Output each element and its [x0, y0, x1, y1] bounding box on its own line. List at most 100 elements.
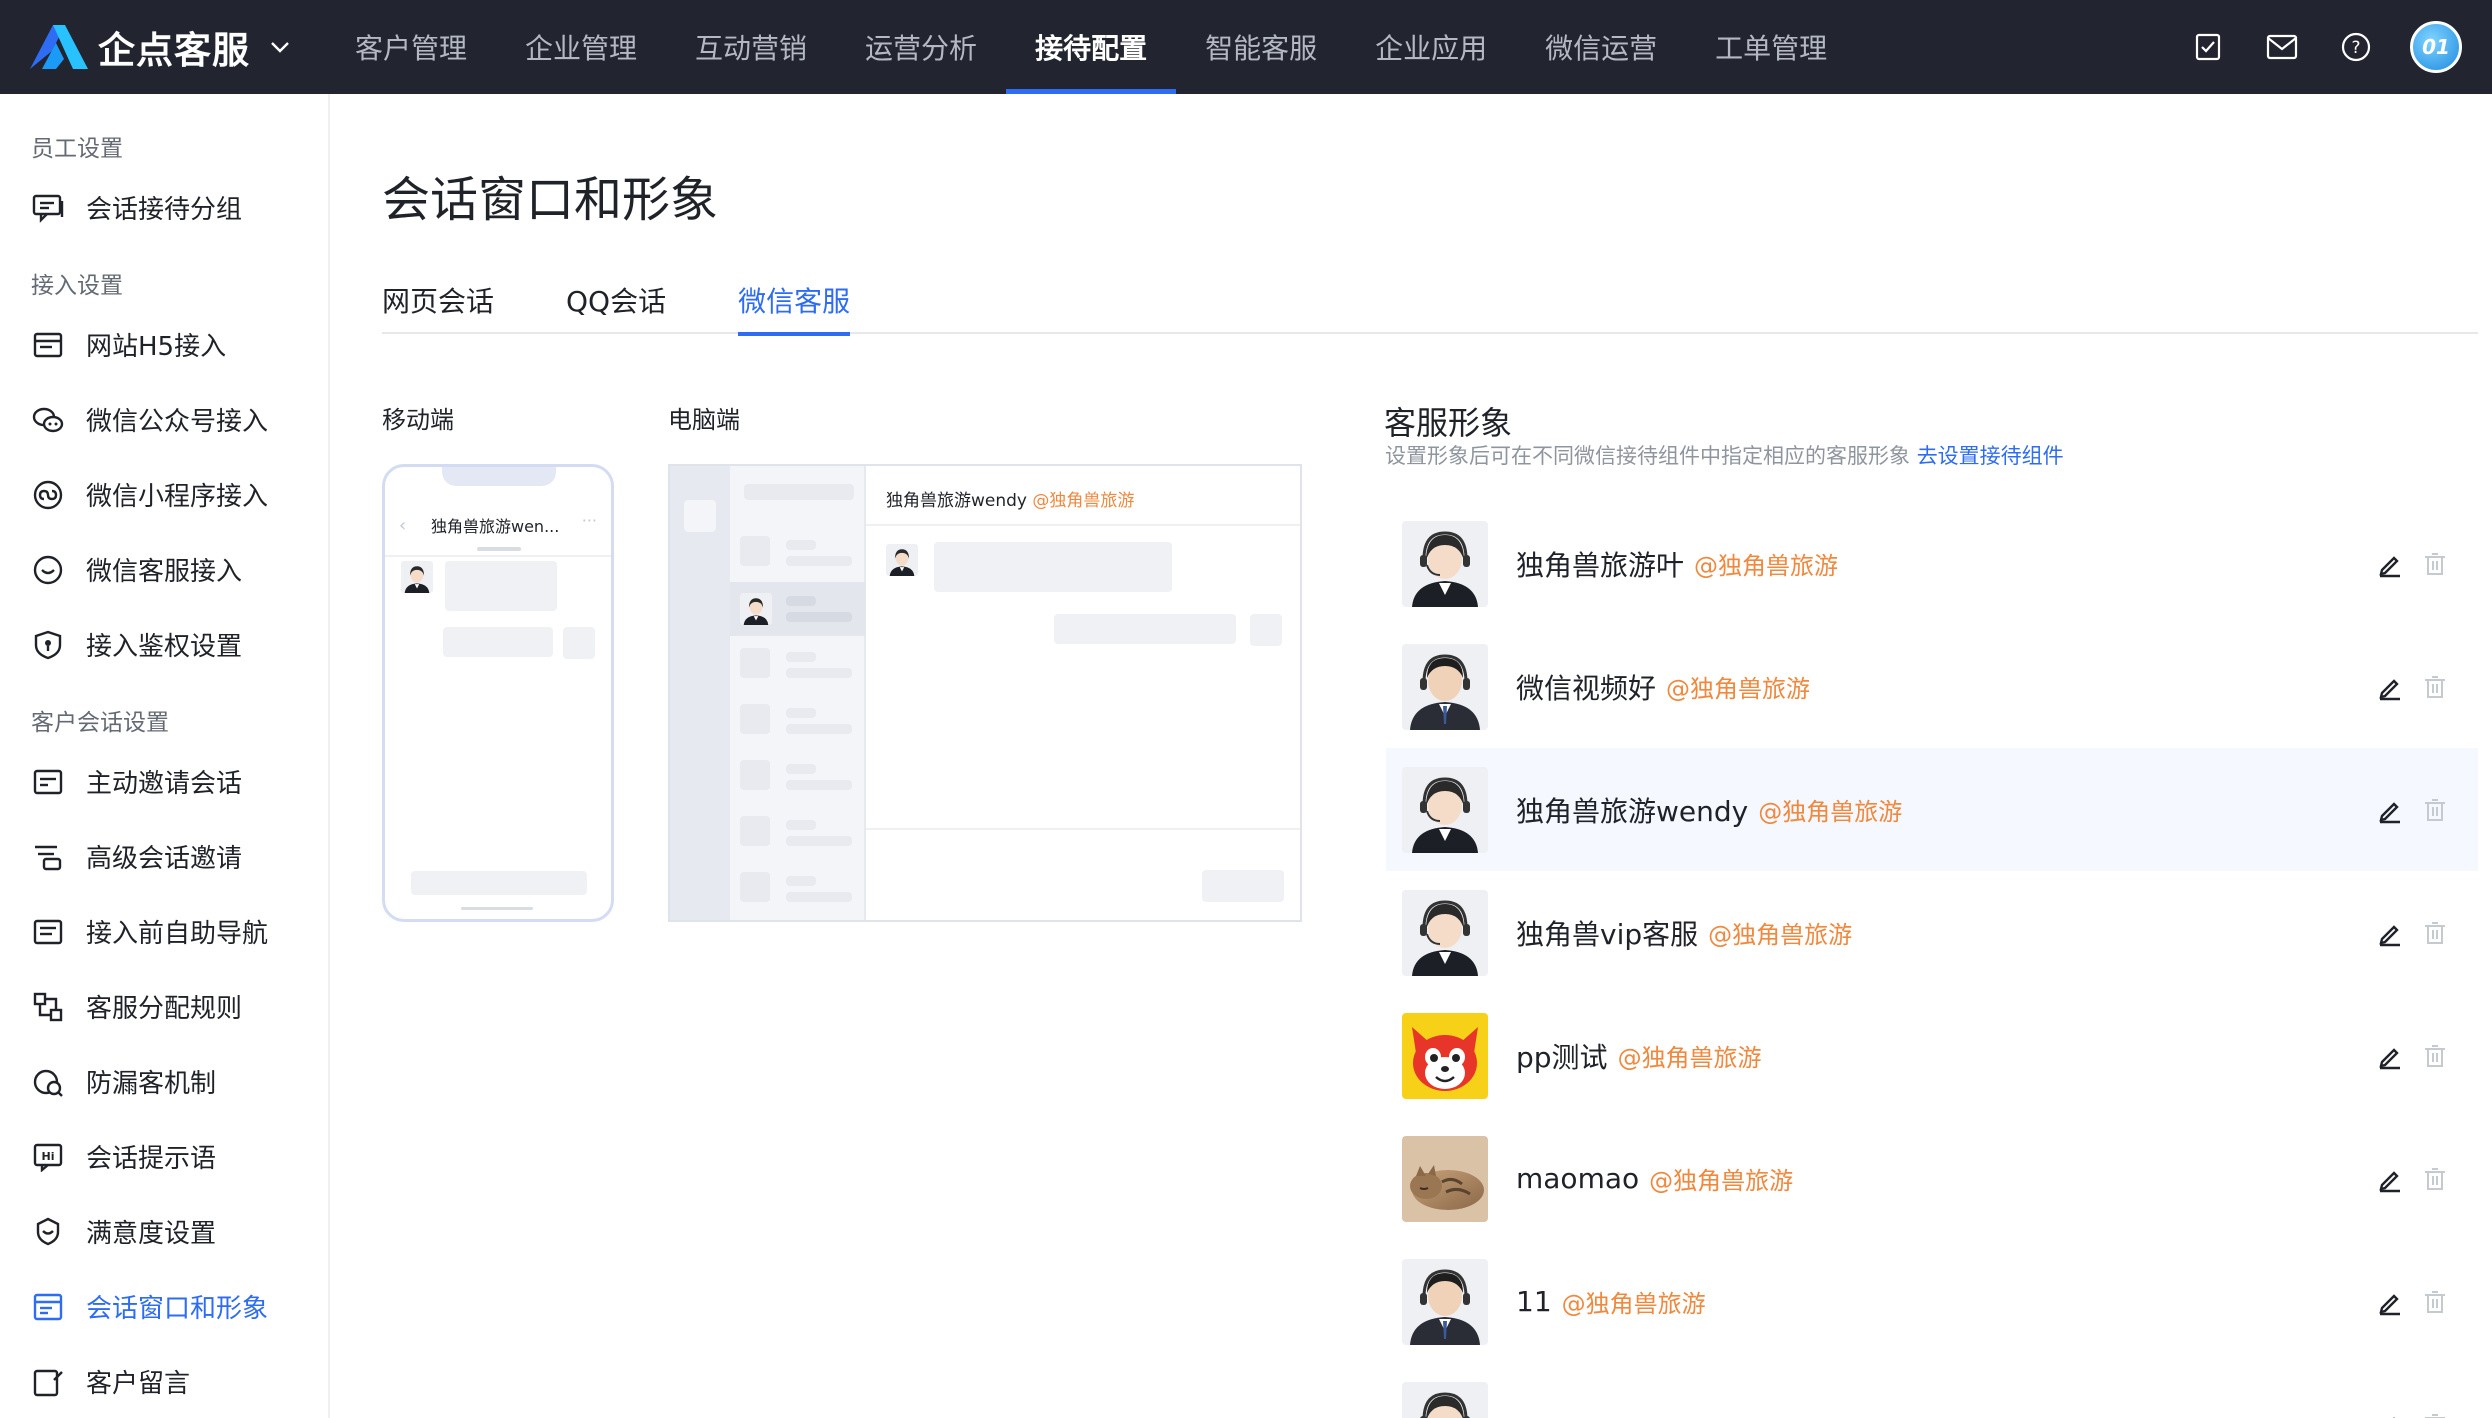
sidebar-item-wechat[interactable]: 微信公众号接入: [0, 382, 328, 457]
sidebar-item-hint[interactable]: Hi 会话提示语: [0, 1119, 328, 1194]
nav-item-3[interactable]: 互动营销: [666, 0, 836, 94]
help-icon[interactable]: ?: [2336, 27, 2376, 67]
divider: [866, 828, 1300, 830]
sidebar-item-advanced-invite[interactable]: 高级会话邀请: [0, 819, 328, 894]
trash-icon[interactable]: [2422, 1043, 2448, 1069]
user-avatar[interactable]: 01: [2410, 21, 2462, 73]
sidebar-item-wechat-service[interactable]: 微信客服接入: [0, 532, 328, 607]
sidebar-item-navigation[interactable]: 接入前自助导航: [0, 894, 328, 969]
edit-icon[interactable]: [2376, 550, 2404, 578]
trash-icon[interactable]: [2422, 1412, 2448, 1418]
more-icon: ···: [581, 511, 597, 530]
chevron-down-icon: [271, 42, 289, 53]
profile-item[interactable]: 独角兽旅游叶 @独角兽旅游: [1386, 502, 2478, 625]
trash-icon[interactable]: [2422, 674, 2448, 700]
sidebar-item-anti-loss[interactable]: 防漏客机制: [0, 1044, 328, 1119]
sidebar-item-rules[interactable]: 客服分配规则: [0, 969, 328, 1044]
sidebar-item-window[interactable]: 会话窗口和形象: [0, 1269, 328, 1344]
profile-name: pp测试: [1516, 1040, 1608, 1074]
anti-loss-icon: [30, 1064, 66, 1100]
profile-item[interactable]: maomao @独角兽旅游: [1386, 1117, 2478, 1240]
tab-2[interactable]: QQ会话: [566, 280, 666, 334]
sidebar-item-message[interactable]: 客户留言: [0, 1344, 328, 1418]
tab-1[interactable]: 网页会话: [382, 280, 494, 334]
brand-name: 企点客服: [98, 29, 250, 72]
sidebar-item-label: 微信客服接入: [86, 557, 243, 587]
trash-icon[interactable]: [2422, 920, 2448, 946]
skeleton-line: [786, 612, 852, 622]
skeleton-line: [786, 708, 816, 718]
desktop-conversation-list: [730, 466, 866, 920]
nav-item-2[interactable]: 企业管理: [496, 0, 666, 94]
chat-group-icon: [30, 190, 66, 226]
sidebar-item-chat-group[interactable]: 会话接待分组: [0, 170, 328, 245]
nav-item-4[interactable]: 运营分析: [836, 0, 1006, 94]
profile-avatar: [1402, 889, 1488, 976]
trash-icon[interactable]: [2422, 1289, 2448, 1315]
skeleton-line: [786, 876, 816, 886]
mail-icon[interactable]: [2262, 27, 2302, 67]
skeleton-line: [786, 724, 852, 734]
web-icon: [30, 327, 66, 363]
tab-3[interactable]: 微信客服: [738, 280, 851, 336]
wechat-icon: [30, 402, 66, 438]
profile-avatar: [1402, 1135, 1488, 1222]
back-arrow-icon: ‹: [399, 515, 407, 536]
sidebar-item-web[interactable]: 网站H5接入: [0, 307, 328, 382]
profile-avatar: [1402, 520, 1488, 607]
profile-org: @独角兽旅游: [1649, 1167, 1794, 1195]
edit-icon[interactable]: [2376, 919, 2404, 947]
sidebar-item-label: 客服分配规则: [86, 994, 243, 1024]
sidebar-item-shield[interactable]: 接入鉴权设置: [0, 607, 328, 682]
edit-icon[interactable]: [2376, 1042, 2404, 1070]
profile-item[interactable]: 独角兽旅游wendy @独角兽旅游: [1386, 748, 2478, 871]
mobile-chat-header: ‹ 独角兽旅游wen... ···: [385, 497, 611, 557]
skeleton-avatar: [1250, 614, 1282, 646]
nav-item-7[interactable]: 企业应用: [1346, 0, 1516, 94]
profile-item[interactable]: 11 @独角兽旅游: [1386, 1240, 2478, 1363]
home-indicator: [461, 907, 533, 910]
profile-avatar: [1402, 1012, 1488, 1099]
sidebar-item-invite[interactable]: 主动邀请会话: [0, 744, 328, 819]
window-icon: [30, 1289, 66, 1325]
trash-icon[interactable]: [2422, 1166, 2448, 1192]
mobile-preview: ‹ 独角兽旅游wen... ···: [382, 464, 614, 922]
profile-item[interactable]: pp测试 @独角兽旅游: [1386, 994, 2478, 1117]
sidebar-item-label: 高级会话邀请: [86, 844, 243, 874]
sidebar-item-satisfaction[interactable]: 满意度设置: [0, 1194, 328, 1269]
nav-item-5[interactable]: 接待配置: [1006, 0, 1177, 94]
selected-conversation: [730, 582, 866, 636]
nav-item-8[interactable]: 微信运营: [1516, 0, 1686, 94]
skeleton-line: [786, 892, 852, 902]
svg-text:?: ?: [2351, 38, 2360, 58]
mobile-preview-label: 移动端: [382, 406, 454, 434]
edit-icon[interactable]: [2376, 1288, 2404, 1316]
trash-icon[interactable]: [2422, 797, 2448, 823]
edit-icon[interactable]: [2376, 796, 2404, 824]
profile-item[interactable]: 独角兽vip客服 @独角兽旅游: [1386, 871, 2478, 994]
setup-widget-link[interactable]: 去设置接待组件: [1917, 444, 2064, 468]
brand-logo-icon: [30, 25, 88, 69]
product-switcher[interactable]: 企点客服: [26, 20, 292, 74]
sidebar-item-label: 微信公众号接入: [86, 407, 269, 437]
shield-icon: [30, 627, 66, 663]
edit-icon[interactable]: [2376, 1411, 2404, 1418]
task-check-icon[interactable]: [2188, 27, 2228, 67]
settings-sidebar: 员工设置 会话接待分组 接入设置 网站H5接入 微信公众号接入 微信小程序接入 微信客服接入…: [0, 94, 330, 1418]
profile-item[interactable]: [1386, 1363, 2478, 1418]
profile-name: 独角兽旅游wendy: [1516, 794, 1749, 828]
sidebar-item-miniprogram[interactable]: 微信小程序接入: [0, 457, 328, 532]
nav-item-9[interactable]: 工单管理: [1686, 0, 1856, 94]
sidebar-section-title: 接入设置: [31, 273, 123, 299]
nav-item-1[interactable]: 客户管理: [326, 0, 496, 94]
channel-tabs: 网页会话 QQ会话 微信客服: [382, 280, 2478, 336]
trash-icon[interactable]: [2422, 551, 2448, 577]
nav-item-6[interactable]: 智能客服: [1176, 0, 1346, 94]
edit-icon[interactable]: [2376, 1165, 2404, 1193]
profile-item[interactable]: 微信视频好 @独角兽旅游: [1386, 625, 2478, 748]
sidebar-item-label: 防漏客机制: [86, 1069, 217, 1099]
sidebar-item-label: 网站H5接入: [86, 332, 227, 362]
profiles-title: 客服形象: [1384, 404, 1513, 442]
edit-icon[interactable]: [2376, 673, 2404, 701]
